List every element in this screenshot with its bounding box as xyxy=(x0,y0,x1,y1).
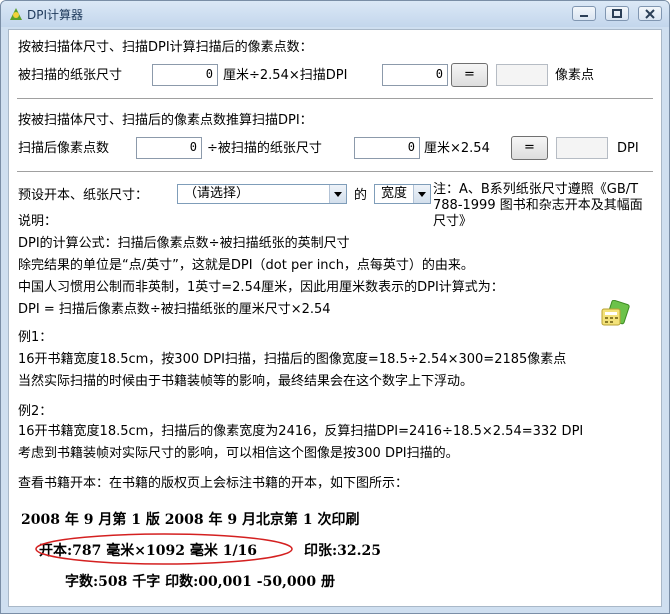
pixels-unit: 像素点 xyxy=(555,68,595,83)
example2-line1: 16开书籍宽度18.5cm，扫描后的像素宽度为2416，反算扫描DPI=2416… xyxy=(18,424,584,439)
paper-size-input-1[interactable]: 0 xyxy=(152,64,218,86)
window-title: DPI计算器 xyxy=(27,8,84,22)
cm-times-text: 厘米×2.54 xyxy=(424,141,490,156)
dpi-unit: DPI xyxy=(617,141,639,156)
explain-metric: 中国人习惯用公制而非英制，1英寸=2.54厘米，因此用厘米数表示的DPI计算式为… xyxy=(18,280,504,295)
cm-div-dpi-text: 厘米÷2.54×扫描DPI xyxy=(223,68,348,83)
dpi-result xyxy=(556,137,608,159)
format-highlight-oval xyxy=(35,533,293,565)
dimension-select[interactable]: 宽度 xyxy=(374,184,431,204)
calc-pixels-button[interactable]: = xyxy=(451,63,488,87)
paper-standard-note: 注：A、B系列纸张尺寸遵照《GB/T 788-1999 图书和杂志开本及其幅面尺… xyxy=(433,182,643,229)
calc-dpi-button[interactable]: = xyxy=(511,136,548,160)
close-button[interactable] xyxy=(638,6,662,21)
maximize-icon xyxy=(612,9,622,18)
app-icon xyxy=(8,6,24,22)
example2-line2: 考虑到书籍装帧对实际尺寸的影响，可以相信这个图像是按300 DPI扫描的。 xyxy=(18,446,459,461)
example1-line1: 16开书籍宽度18.5cm，按300 DPI扫描，扫描后的图像宽度=18.5÷2… xyxy=(18,352,567,367)
paper-size-input-2[interactable]: 0 xyxy=(354,137,420,159)
copyright-page-sample: 2008 年 9 月第 1 版 2008 年 9 月北京第 1 次印刷 开本:7… xyxy=(19,498,407,598)
explain-unit: 除完结果的单位是“点/英寸”，这就是DPI（dot per inch，点每英寸）… xyxy=(18,258,474,273)
calculator-icon xyxy=(599,299,631,328)
minimize-icon xyxy=(580,15,588,17)
minimize-button[interactable] xyxy=(572,6,596,21)
view-format-note: 查看书籍开本：在书籍的版权页上会标注书籍的开本，如下图所示： xyxy=(18,476,409,491)
separator-1 xyxy=(17,98,653,100)
chevron-down-icon xyxy=(413,185,430,203)
pixels-input[interactable]: 0 xyxy=(136,137,202,159)
title-bar: DPI计算器 xyxy=(1,1,669,27)
paper-size-label: 被扫描的纸张尺寸 xyxy=(18,68,123,83)
explain-formula: DPI的计算公式：扫描后像素点数÷被扫描纸张的英制尺寸 xyxy=(18,236,350,251)
explain-title: 说明： xyxy=(18,214,58,229)
app-window: DPI计算器 按被扫描体尺寸、扫描DPI计算扫描后的像素点数： 被扫描的纸张尺寸… xyxy=(0,0,670,614)
separator-2 xyxy=(17,171,653,173)
explain-metric-formula: DPI = 扫描后像素点数÷被扫描纸张的厘米尺寸×2.54 xyxy=(18,302,331,317)
div-paper-size-text: ÷被扫描的纸张尺寸 xyxy=(207,141,322,156)
section2-heading: 按被扫描体尺寸、扫描后的像素点数推算扫描DPI： xyxy=(18,113,313,128)
of-label: 的 xyxy=(354,188,368,203)
section1-heading: 按被扫描体尺寸、扫描DPI计算扫描后的像素点数： xyxy=(18,40,313,55)
example1-line2: 当然实际扫描的时候由于书籍装帧等的影响，最终结果会在这个数字上下浮动。 xyxy=(18,374,474,389)
maximize-button[interactable] xyxy=(605,6,629,21)
example1-title: 例1： xyxy=(18,330,53,345)
scanned-pixels-label: 扫描后像素点数 xyxy=(18,141,110,156)
paper-format-value: （请选择） xyxy=(184,186,250,201)
close-icon xyxy=(645,9,655,19)
paper-format-select[interactable]: （请选择） xyxy=(177,184,347,204)
example2-title: 例2： xyxy=(18,404,53,419)
dpi-input[interactable]: 0 xyxy=(382,64,448,86)
dimension-value: 宽度 xyxy=(381,186,408,201)
main-panel: 按被扫描体尺寸、扫描DPI计算扫描后的像素点数： 被扫描的纸张尺寸 0 厘米÷2… xyxy=(8,29,662,607)
chevron-down-icon xyxy=(329,185,346,203)
pixels-result xyxy=(496,64,548,86)
preset-label: 预设开本、纸张尺寸： xyxy=(18,188,149,203)
